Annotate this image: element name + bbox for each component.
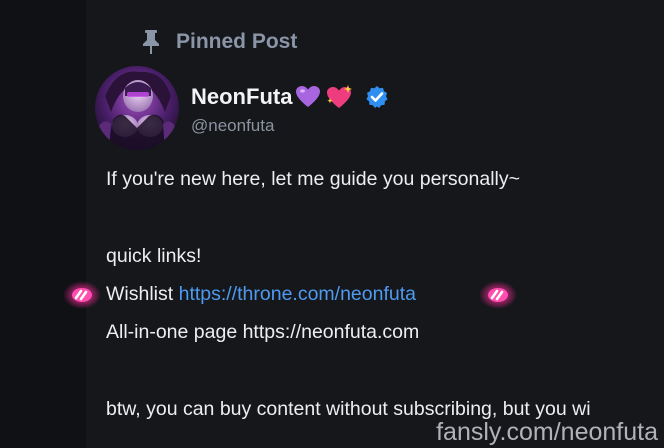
pinned-indicator: Pinned Post	[140, 28, 297, 56]
post-card	[86, 0, 664, 448]
neon-heart-icon	[63, 281, 101, 309]
watermark: fansly.com/neonfuta	[436, 418, 658, 446]
post-text-line: If you're new here, let me guide you per…	[106, 168, 521, 190]
post-text-line: quick links!	[106, 245, 202, 267]
verified-badge-icon	[366, 86, 389, 108]
pin-icon	[143, 30, 159, 54]
author-display-name[interactable]: NeonFuta	[191, 84, 292, 110]
pinned-label: Pinned Post	[176, 30, 298, 53]
author-handle[interactable]: @neonfuta	[191, 116, 274, 136]
wishlist-label: Wishlist	[106, 283, 179, 305]
neon-heart-icon	[479, 281, 517, 309]
left-rail	[0, 0, 86, 448]
sparkling-heart-icon	[327, 85, 353, 108]
purple-heart-icon	[296, 86, 321, 107]
wishlist-link[interactable]: https://throne.com/neonfuta	[179, 283, 416, 305]
post-text-line: All-in-one page https://neonfuta.com	[106, 321, 420, 343]
author-name-row: NeonFuta	[191, 84, 389, 110]
wishlist-line: Wishlist https://throne.com/neonfuta	[106, 283, 416, 306]
author-avatar[interactable]	[95, 66, 179, 150]
